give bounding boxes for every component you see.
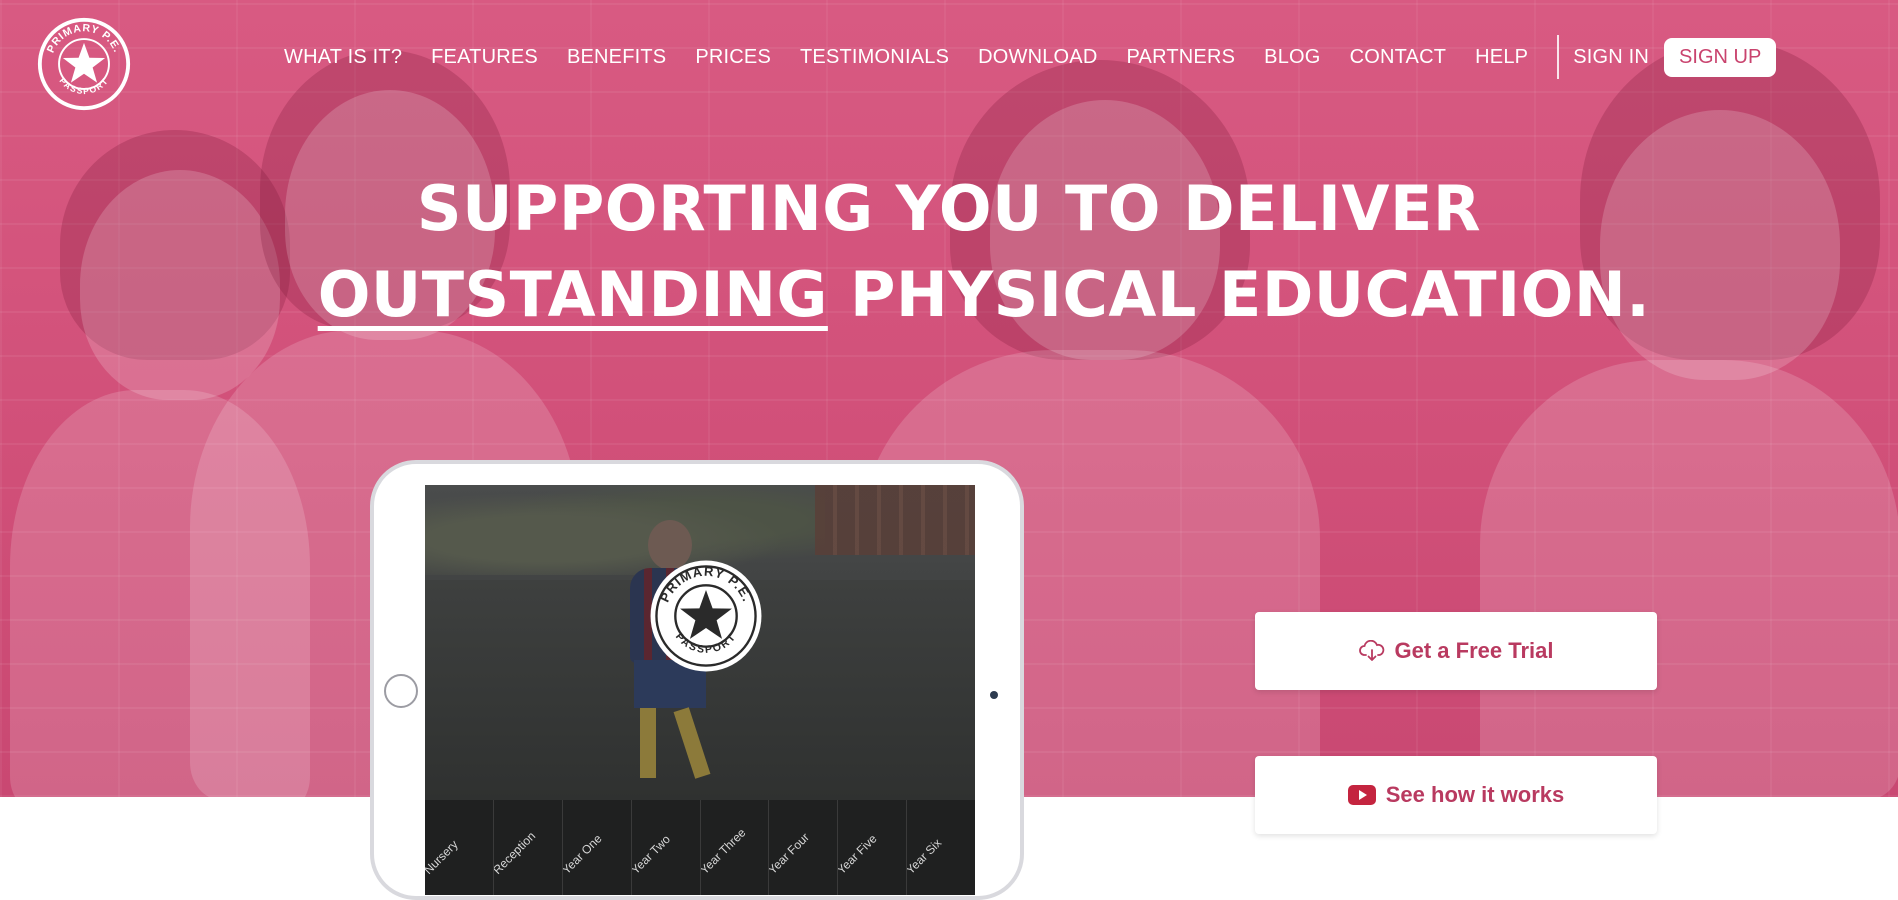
sign-up-button[interactable]: SIGN UP [1664, 37, 1777, 77]
nav-link-help[interactable]: HELP [1475, 46, 1528, 69]
nav-link-download[interactable]: DOWNLOAD [978, 46, 1097, 69]
youtube-play-icon [1347, 785, 1376, 805]
year-tab-label: Year Two [631, 832, 673, 877]
nav-divider [1557, 35, 1560, 79]
tablet-mockup: PRIMARY P.E. PASSPORT Nursery Reception … [370, 460, 1024, 900]
free-trial-label: Get a Free Trial [1394, 638, 1554, 663]
nav-link-contact[interactable]: CONTACT [1350, 46, 1447, 69]
screen-building [815, 485, 975, 555]
year-tab-year-six[interactable]: Year Six [907, 800, 975, 895]
sign-in-link[interactable]: SIGN IN [1573, 46, 1649, 69]
tablet-camera-icon [990, 691, 998, 699]
headline-line-2-rest: PHYSICAL EDUCATION. [827, 258, 1651, 331]
app-splash-logo: PRIMARY P.E. PASSPORT [650, 560, 762, 672]
year-group-bar: Nursery Reception Year One Year Two Year… [425, 800, 975, 895]
nav-link-testimonials[interactable]: TESTIMONIALS [800, 46, 949, 69]
year-tab-label: Year Six [907, 835, 945, 877]
nav-link-features[interactable]: FEATURES [431, 46, 538, 69]
year-tab-year-two[interactable]: Year Two [632, 800, 701, 895]
headline-line-2: OUTSTANDING PHYSICAL EDUCATION. [0, 252, 1898, 338]
year-tab-nursery[interactable]: Nursery [425, 800, 494, 895]
year-tab-year-four[interactable]: Year Four [769, 800, 839, 895]
year-tab-label: Reception [493, 828, 539, 877]
headline-line-1: SUPPORTING YOU TO DELIVER [416, 172, 1482, 245]
nav-link-prices[interactable]: PRICES [695, 46, 771, 69]
headline-underlined-word: OUTSTANDING [317, 258, 828, 331]
year-tab-label: Year Four [769, 830, 813, 877]
year-tab-label: Nursery [425, 837, 461, 877]
year-tab-year-one[interactable]: Year One [563, 800, 632, 895]
background-child-body [1480, 360, 1898, 797]
tablet-screen: PRIMARY P.E. PASSPORT Nursery Reception … [425, 485, 975, 895]
year-tab-label: Year One [562, 831, 605, 877]
nav-link-blog[interactable]: BLOG [1264, 46, 1320, 69]
hero-headline: SUPPORTING YOU TO DELIVER OUTSTANDING PH… [0, 166, 1898, 338]
see-how-it-works-button[interactable]: See how it works [1255, 756, 1657, 834]
svg-text:PASSPORT: PASSPORT [58, 76, 111, 97]
year-tab-label: Year Five [838, 831, 880, 877]
primary-pe-passport-logo[interactable]: PRIMARY P.E. PASSPORT [36, 16, 132, 112]
nav-link-benefits[interactable]: BENEFITS [567, 46, 666, 69]
how-it-works-label: See how it works [1385, 782, 1565, 807]
cloud-download-icon [1358, 640, 1385, 662]
year-tab-label: Year Three [700, 825, 749, 877]
nav-link-what-is-it[interactable]: WHAT IS IT? [284, 46, 402, 69]
year-tab-year-three[interactable]: Year Three [701, 800, 770, 895]
tablet-home-button-icon [384, 674, 418, 708]
nav-link-partners[interactable]: PARTNERS [1127, 46, 1236, 69]
year-tab-reception[interactable]: Reception [494, 800, 563, 895]
year-tab-year-five[interactable]: Year Five [838, 800, 908, 895]
main-nav: WHAT IS IT? FEATURES BENEFITS PRICES TES… [284, 35, 1777, 79]
logo-bottom-text: PASSPORT [58, 76, 110, 97]
free-trial-button[interactable]: Get a Free Trial [1255, 612, 1657, 690]
